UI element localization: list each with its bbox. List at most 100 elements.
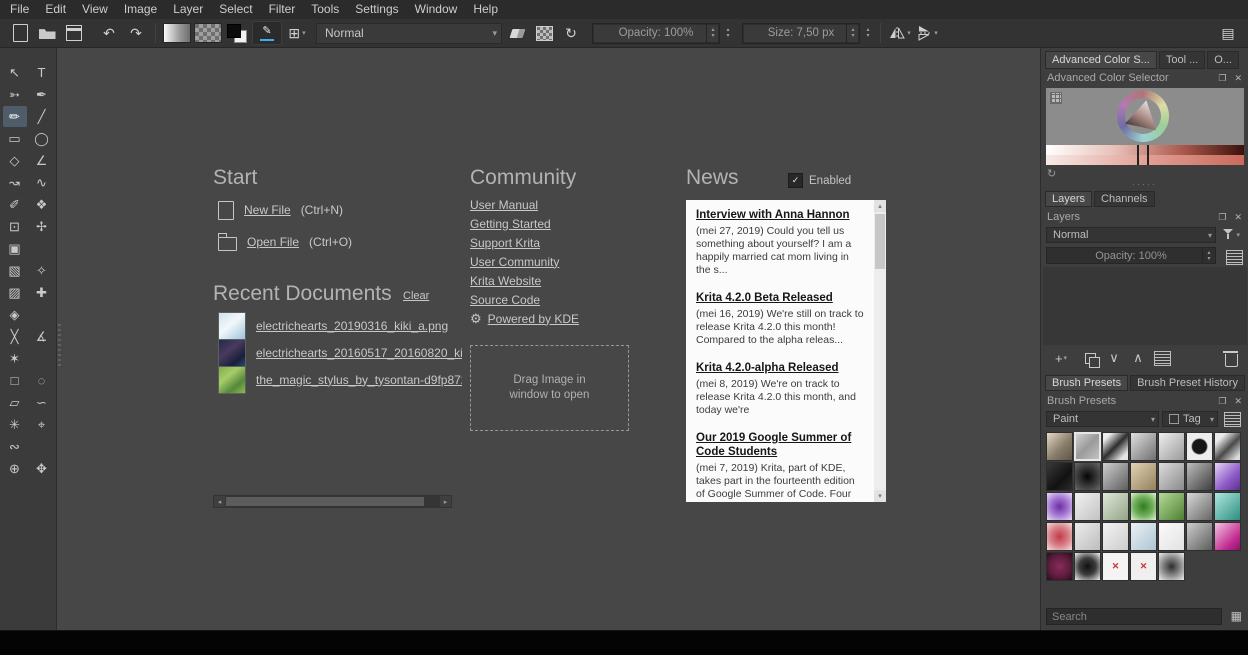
float-docker-icon[interactable]: ❐ [1218, 212, 1226, 223]
tool-bezier-curve[interactable]: ↝ [3, 172, 27, 193]
brush-preset-b1[interactable] [1046, 432, 1073, 461]
scroll-right-icon[interactable]: ▸ [440, 496, 451, 507]
open-file-link[interactable]: Open File (Ctrl+O) [218, 232, 352, 252]
tool-polygon[interactable]: ◇ [3, 150, 27, 171]
brush-preset-b14[interactable] [1214, 462, 1241, 491]
tool-smart-patch[interactable]: ✚ [30, 282, 54, 303]
opacity-stepper[interactable]: ▴▾ [723, 23, 733, 43]
tool-line[interactable]: ╱ [30, 106, 54, 127]
powered-by-kde-link[interactable]: ⚙ Powered by KDE [470, 309, 579, 328]
news-item-title[interactable]: Krita 4.2.0 Beta Released [696, 291, 864, 305]
close-docker-icon[interactable]: ✕ [1234, 212, 1242, 223]
brush-preset-b32[interactable]: ✕ [1130, 552, 1157, 581]
brush-preset-b13[interactable] [1186, 462, 1213, 491]
brush-dock-tab-brush-preset-history[interactable]: Brush Preset History [1130, 375, 1245, 391]
tool-freehand-path[interactable]: ∿ [30, 172, 54, 193]
tool-pattern-edit[interactable]: ▨ [3, 282, 27, 303]
hue-ring[interactable] [1117, 90, 1169, 142]
menu-filter[interactable]: Filter [261, 2, 304, 16]
scrollbar-track[interactable] [874, 212, 886, 490]
brush-preset-b8[interactable] [1046, 462, 1073, 491]
community-link-source-code[interactable]: Source Code [470, 290, 559, 309]
brush-preset-b30[interactable] [1074, 552, 1101, 581]
close-docker-icon[interactable]: ✕ [1234, 396, 1242, 407]
blending-mode-combobox[interactable]: Normal ▾ [316, 23, 502, 44]
news-enabled-checkbox[interactable]: ✓ Enabled [788, 173, 851, 188]
layer-opacity-arrows[interactable]: ▴▾ [1202, 248, 1215, 263]
news-item[interactable]: Our 2019 Google Summer of Code Students … [686, 423, 874, 502]
preserve-alpha-button[interactable] [532, 21, 556, 45]
brush-preset-b18[interactable] [1130, 492, 1157, 521]
tool-ellipse[interactable]: ◯ [30, 128, 54, 149]
clear-recent-link[interactable]: Clear [403, 286, 429, 305]
tool-bezier-select[interactable]: ∾ [3, 436, 27, 457]
layer-filter-funnel-icon[interactable]: ▾ [1222, 227, 1238, 241]
brush-preset-b4[interactable] [1130, 432, 1157, 461]
brush-preset-b7[interactable] [1214, 432, 1241, 461]
color-shade-strip-1[interactable] [1046, 145, 1244, 155]
brush-preset-b2[interactable] [1074, 432, 1101, 461]
drag-image-dropzone[interactable]: Drag Image in window to open [470, 345, 629, 431]
brush-preset-b10[interactable] [1102, 462, 1129, 491]
brush-preset-b23[interactable] [1074, 522, 1101, 551]
opacity-spin-arrows[interactable]: ▴▾ [706, 24, 719, 43]
open-document-button[interactable] [35, 21, 59, 45]
community-link-user-community[interactable]: User Community [470, 252, 559, 271]
new-file-link[interactable]: New File (Ctrl+N) [218, 200, 343, 220]
brush-preset-b33[interactable] [1158, 552, 1185, 581]
brush-preset-b25[interactable] [1130, 522, 1157, 551]
brush-preset-b11[interactable] [1130, 462, 1157, 491]
layer-blending-mode-combobox[interactable]: Normal ▾ [1046, 227, 1216, 243]
size-stepper[interactable]: ▴▾ [863, 23, 873, 43]
tool-similar-color-select[interactable]: ✳ [3, 414, 27, 435]
brush-preset-b20[interactable] [1186, 492, 1213, 521]
pattern-chooser-button[interactable] [194, 21, 222, 45]
menu-file[interactable]: File [2, 2, 37, 16]
tool-multibrush[interactable]: ❖ [30, 194, 54, 215]
menu-edit[interactable]: Edit [37, 2, 74, 16]
brush-search-input[interactable] [1046, 608, 1222, 625]
news-item[interactable]: Interview with Anna Hannon (mei 27, 2019… [686, 200, 874, 277]
close-docker-icon[interactable]: ✕ [1234, 73, 1242, 84]
tool-move[interactable]: ✢ [30, 216, 54, 237]
tag-combobox[interactable]: Tag ▾ [1162, 411, 1218, 427]
brush-preset-b21[interactable] [1214, 492, 1241, 521]
menu-view[interactable]: View [74, 2, 116, 16]
dock-tab-o[interactable]: O... [1207, 51, 1239, 69]
delete-layer-button[interactable] [1220, 348, 1242, 368]
color-selector-area[interactable] [1046, 88, 1244, 145]
recent-document-electrichearts-20190316-kiki-a-png[interactable]: electrichearts_20190316_kiki_a.png [218, 312, 468, 339]
tool-text[interactable]: T [30, 62, 54, 83]
community-link-user-manual[interactable]: User Manual [470, 195, 559, 214]
brush-preset-b26[interactable] [1158, 522, 1185, 551]
brush-preset-b12[interactable] [1158, 462, 1185, 491]
community-link-support-krita[interactable]: Support Krita [470, 233, 559, 252]
tool-calligraphy[interactable]: ✒ [30, 84, 54, 105]
dock-tab-advanced-color-s[interactable]: Advanced Color S... [1045, 51, 1157, 69]
move-layer-up-button[interactable]: ∧ [1127, 348, 1149, 368]
brush-preset-b28[interactable] [1214, 522, 1241, 551]
tool-transform[interactable]: ⊡ [3, 216, 27, 237]
save-button[interactable] [62, 21, 86, 45]
tool-reference-images[interactable]: ✶ [3, 348, 27, 369]
scrollbar-thumb[interactable] [226, 497, 424, 506]
tool-color-sampler[interactable]: ✧ [30, 260, 54, 281]
news-scrollbar[interactable]: ▴ ▾ [874, 200, 886, 502]
mirror-horizontal-button[interactable]: ▾ [888, 21, 912, 45]
scrollbar-track[interactable] [225, 496, 440, 507]
brush-preset-b16[interactable] [1074, 492, 1101, 521]
layer-list[interactable] [1043, 267, 1247, 345]
scroll-left-icon[interactable]: ◂ [214, 496, 225, 507]
show-dockers-button[interactable]: ▤ [1216, 21, 1240, 45]
tool-edit-shapes[interactable]: ➳ [3, 84, 27, 105]
brush-preset-b29[interactable] [1046, 552, 1073, 581]
splitter-handle[interactable] [58, 324, 61, 368]
dock-tab-tool[interactable]: Tool ... [1159, 51, 1205, 69]
tool-freehand-brush[interactable]: ✏ [3, 106, 27, 127]
refresh-colors-icon[interactable]: ↻ [1047, 167, 1056, 180]
news-item[interactable]: Krita 4.2.0-alpha Released (mei 8, 2019)… [686, 353, 874, 417]
scrollbar-thumb[interactable] [875, 214, 885, 269]
float-docker-icon[interactable]: ❐ [1218, 73, 1226, 84]
brush-preset-b15[interactable] [1046, 492, 1073, 521]
menu-window[interactable]: Window [407, 2, 466, 16]
